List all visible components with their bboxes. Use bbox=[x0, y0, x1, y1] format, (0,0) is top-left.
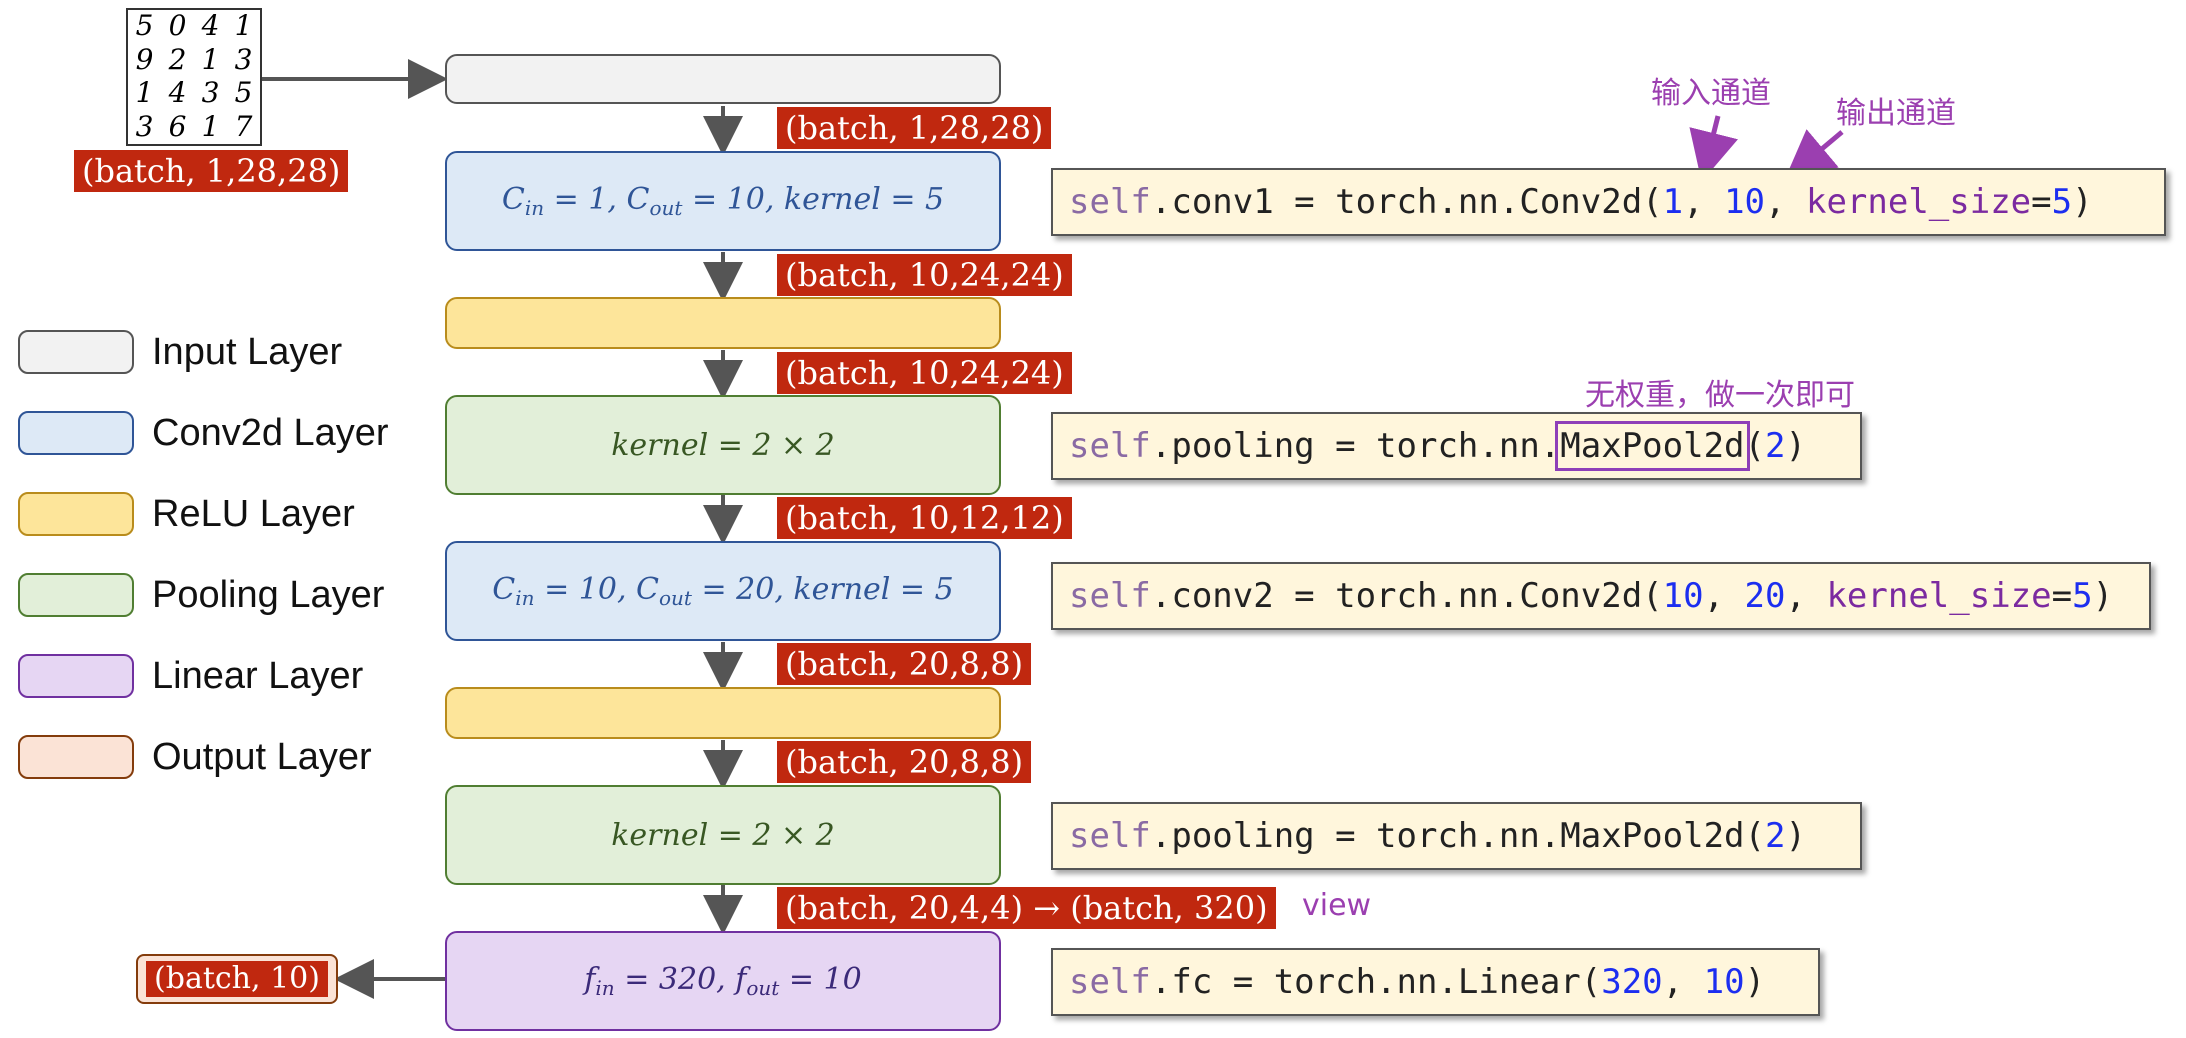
annotation-arrow bbox=[1689, 115, 1738, 182]
legend-swatch-output bbox=[18, 735, 134, 779]
output-layer-box: (batch, 10) bbox=[136, 954, 338, 1004]
legend-label-linear: Linear Layer bbox=[152, 655, 364, 697]
shape-after-pool1: (batch, 10,12,12) bbox=[777, 497, 1072, 539]
legend-label-relu: ReLU Layer bbox=[152, 493, 355, 535]
shape-after-relu2: (batch, 20,8,8) bbox=[777, 741, 1032, 783]
shape-after-pool2: (batch, 20,4,4) → (batch, 320) bbox=[777, 887, 1276, 929]
pool2-params: kernel = 2 × 2 bbox=[611, 817, 835, 853]
legend-swatch-conv2d bbox=[18, 411, 134, 455]
conv1-params: Cin = 1, Cout = 10, kernel = 5 bbox=[501, 182, 945, 220]
fc-params: fin = 320, fout = 10 bbox=[584, 962, 862, 1000]
output-shape: (batch, 10) bbox=[146, 961, 328, 997]
input-channels-annotation: 输入通道 bbox=[1651, 76, 1771, 111]
legend-swatch-input bbox=[18, 330, 134, 374]
conv2-layer-box: Cin = 10, Cout = 20, kernel = 5 bbox=[445, 541, 1001, 641]
shape-after-conv1: (batch, 10,24,24) bbox=[777, 254, 1072, 296]
shape-after-input: (batch, 1,28,28) bbox=[777, 107, 1052, 149]
fc-layer-box: fin = 320, fout = 10 bbox=[445, 931, 1001, 1031]
legend-label-pooling: Pooling Layer bbox=[152, 574, 385, 616]
legend-label-conv2d: Conv2d Layer bbox=[152, 412, 389, 454]
output-channels-annotation: 输出通道 bbox=[1836, 96, 1956, 131]
maxpool-highlight: MaxPool2d bbox=[1555, 421, 1750, 471]
legend-label-input: Input Layer bbox=[152, 331, 343, 373]
pool1-params: kernel = 2 × 2 bbox=[611, 427, 835, 463]
code-fc: self .fc = torch.nn.Linear(320, 10) bbox=[1051, 948, 1820, 1016]
view-annotation: view bbox=[1302, 888, 1372, 923]
input-layer-box bbox=[445, 54, 1001, 104]
shape-after-conv2: (batch, 20,8,8) bbox=[777, 643, 1032, 685]
legend-label-output: Output Layer bbox=[152, 736, 372, 778]
relu2-layer-box bbox=[445, 687, 1001, 739]
legend-swatch-linear bbox=[18, 654, 134, 698]
code-conv1: self .conv1 = torch.nn.Conv2d(1, 10, kern… bbox=[1051, 168, 2166, 236]
code-pool2: self .pooling = torch.nn.MaxPool2d(2) bbox=[1051, 802, 1862, 870]
code-pool1: self .pooling = torch.nn. MaxPool2d(2) bbox=[1051, 412, 1862, 480]
conv1-layer-box: Cin = 1, Cout = 10, kernel = 5 bbox=[445, 151, 1001, 251]
legend-swatch-pooling bbox=[18, 573, 134, 617]
conv2-params: Cin = 10, Cout = 20, kernel = 5 bbox=[492, 572, 954, 610]
legend-swatch-relu bbox=[18, 492, 134, 536]
relu1-layer-box bbox=[445, 297, 1001, 349]
pool1-layer-box: kernel = 2 × 2 bbox=[445, 395, 1001, 495]
pool2-layer-box: kernel = 2 × 2 bbox=[445, 785, 1001, 885]
no-weights-annotation: 无权重，做一次即可 bbox=[1585, 378, 1855, 413]
shape-after-relu1: (batch, 10,24,24) bbox=[777, 352, 1072, 394]
code-conv2: self .conv2 = torch.nn.Conv2d(10, 20, ker… bbox=[1051, 562, 2151, 630]
